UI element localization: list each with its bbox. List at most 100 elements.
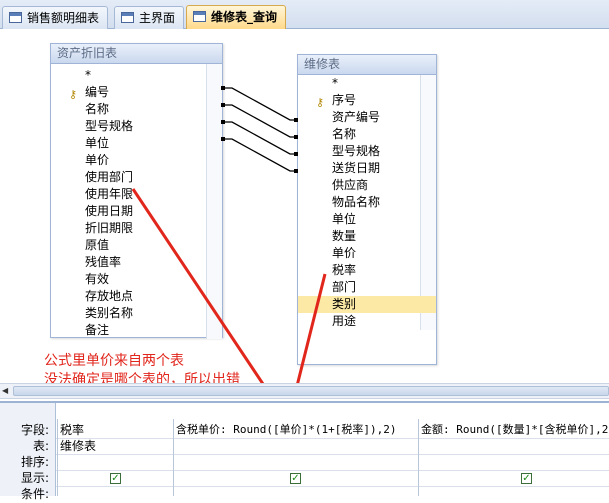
field-name: 税率 [332, 263, 357, 277]
field-name: 单位 [332, 212, 357, 226]
show-checkbox[interactable]: ✓ [290, 473, 301, 484]
field-list-item[interactable]: 送货日期 [298, 160, 436, 177]
field-list-item[interactable]: 使用日期 [51, 203, 222, 220]
field-name: 编号 [85, 85, 110, 99]
query-design-area: 资产折旧表 * ⚷ 编号 名称 型号规格 单位 单价 使用部门 使用年限 使用日期 折旧期限 原值 残值… [0, 29, 609, 388]
field-list-item[interactable]: * [51, 67, 222, 84]
grid-cell-table[interactable]: 维修表 [60, 438, 96, 454]
scroll-thumb[interactable] [13, 386, 609, 396]
grid-column[interactable]: 含税单价: Round([单价]*(1+[税率]),2) ✓ [173, 419, 418, 496]
field-name: 送货日期 [332, 161, 381, 175]
field-list-item[interactable]: 备注 [51, 322, 222, 339]
grid-row-labels: 字段: 表: 排序: 显示: 条件: [0, 403, 56, 501]
field-name: 单价 [85, 153, 110, 167]
field-list-item[interactable]: 原值 [51, 237, 222, 254]
field-name: 使用日期 [85, 204, 134, 218]
field-list-item[interactable]: 资产编号 [298, 109, 436, 126]
design-horizontal-scrollbar[interactable]: ◀ [0, 383, 609, 399]
field-list-item[interactable]: 单位 [298, 211, 436, 228]
field-name: 使用年限 [85, 187, 134, 201]
field-list-item[interactable]: 残值率 [51, 254, 222, 271]
field-list-item[interactable]: 名称 [51, 101, 222, 118]
field-list-item[interactable]: 用途 [298, 313, 436, 330]
tab-label: 销售额明细表 [27, 11, 100, 25]
field-name: 使用部门 [85, 170, 134, 184]
field-name: 名称 [85, 102, 110, 116]
query-design-grid: 字段: 表: 排序: 显示: 条件: 税率 维修表 ✓ 含税单价: Round(… [0, 401, 609, 501]
field-name: 部门 [332, 280, 357, 294]
field-list-item[interactable]: 使用年限 [51, 186, 222, 203]
field-list-item[interactable]: 物品名称 [298, 194, 436, 211]
field-list-item[interactable]: 单位 [51, 135, 222, 152]
row-label-sort: 排序: [20, 455, 49, 469]
tab-main-form[interactable]: 主界面 [114, 6, 185, 29]
field-name: 类别名称 [85, 306, 134, 320]
field-list-item[interactable]: ⚷ 编号 [51, 84, 222, 101]
field-list-item[interactable]: 型号规格 [298, 143, 436, 160]
field-name: 名称 [332, 127, 357, 141]
field-list-item[interactable]: 单价 [51, 152, 222, 169]
field-name: 物品名称 [332, 195, 381, 209]
field-name: 存放地点 [85, 289, 134, 303]
grid-column[interactable]: 税率 维修表 ✓ [57, 419, 173, 496]
grid-column[interactable]: 金额: Round([数量]*[含税单价],2 ✓ [418, 419, 609, 496]
tab-sales-detail[interactable]: 销售额明细表 [2, 6, 109, 29]
field-list-item[interactable]: 名称 [298, 126, 436, 143]
field-list-item[interactable]: 类别名称 [51, 305, 222, 322]
field-list-item[interactable]: 使用部门 [51, 169, 222, 186]
tab-label: 维修表_查询 [211, 10, 278, 24]
field-name: 用途 [332, 314, 357, 328]
field-name: 备注 [85, 323, 110, 337]
field-list-item[interactable]: 税率 [298, 262, 436, 279]
field-list-item[interactable]: 供应商 [298, 177, 436, 194]
field-name: * [85, 68, 91, 82]
field-name: 型号规格 [85, 119, 134, 133]
join-lines [223, 87, 297, 172]
field-name: 资产编号 [332, 110, 381, 124]
tab-repair-query[interactable]: 维修表_查询 [186, 5, 287, 29]
document-tab-bar: 销售额明细表 主界面 维修表_查询 [0, 0, 609, 29]
field-name: 折旧期限 [85, 221, 134, 235]
field-list-item[interactable]: 单价 [298, 245, 436, 262]
field-list-repair[interactable]: 维修表 * ⚷ 序号 资产编号名称型号规格 送货日期供应商物品名称单位数量单价税率部门类… [297, 54, 437, 365]
field-list-item[interactable]: * [298, 75, 436, 92]
join-line [223, 138, 297, 172]
query-icon [193, 11, 206, 22]
field-name: 类别 [332, 297, 357, 311]
field-list-item[interactable]: 型号规格 [51, 118, 222, 135]
join-endpoints [221, 86, 298, 173]
field-list-item[interactable]: 存放地点 [51, 288, 222, 305]
field-list-item[interactable]: 部门 [298, 279, 436, 296]
field-name: 残值率 [85, 255, 122, 269]
show-checkbox[interactable]: ✓ [521, 473, 532, 484]
field-name: 有效 [85, 272, 110, 286]
show-checkbox[interactable]: ✓ [110, 473, 121, 484]
field-list-title[interactable]: 维修表 [298, 55, 436, 75]
annotation-line-1: 公式里单价来自两个表 [44, 353, 184, 369]
join-line [223, 104, 297, 138]
join-line [223, 87, 297, 121]
field-list-item[interactable]: 有效 [51, 271, 222, 288]
field-name: 原值 [85, 238, 110, 252]
grid-cell-field[interactable]: 含税单价: Round([单价]*(1+[税率]),2) [176, 422, 396, 438]
field-name: 数量 [332, 229, 357, 243]
grid-cell-field[interactable]: 税率 [60, 422, 84, 438]
field-list-asset-depreciation[interactable]: 资产折旧表 * ⚷ 编号 名称型号规格单位 单价使用部门使用年限使用日期折旧期限原值残值… [50, 43, 223, 339]
field-list-body: * ⚷ 序号 资产编号名称型号规格 送货日期供应商物品名称单位数量单价税率部门类别用途 [298, 75, 436, 330]
scroll-left-icon[interactable]: ◀ [2, 386, 12, 396]
grid-cell-field[interactable]: 金额: Round([数量]*[含税单价],2 [421, 422, 608, 438]
row-label-field: 字段: [20, 423, 49, 437]
field-name: 供应商 [332, 178, 369, 192]
field-list-item[interactable]: 类别 [298, 296, 436, 313]
field-list-title[interactable]: 资产折旧表 [51, 44, 222, 64]
field-name: * [332, 76, 338, 90]
field-list-item[interactable]: 数量 [298, 228, 436, 245]
row-label-show: 显示: [20, 471, 49, 485]
field-name: 序号 [332, 93, 357, 107]
field-name: 单价 [332, 246, 357, 260]
join-line [223, 121, 297, 155]
table-icon [9, 12, 22, 23]
field-list-item[interactable]: ⚷ 序号 [298, 92, 436, 109]
field-list-item[interactable]: 折旧期限 [51, 220, 222, 237]
field-list-body: * ⚷ 编号 名称型号规格单位 单价使用部门使用年限使用日期折旧期限原值残值率有效存放地… [51, 64, 222, 339]
